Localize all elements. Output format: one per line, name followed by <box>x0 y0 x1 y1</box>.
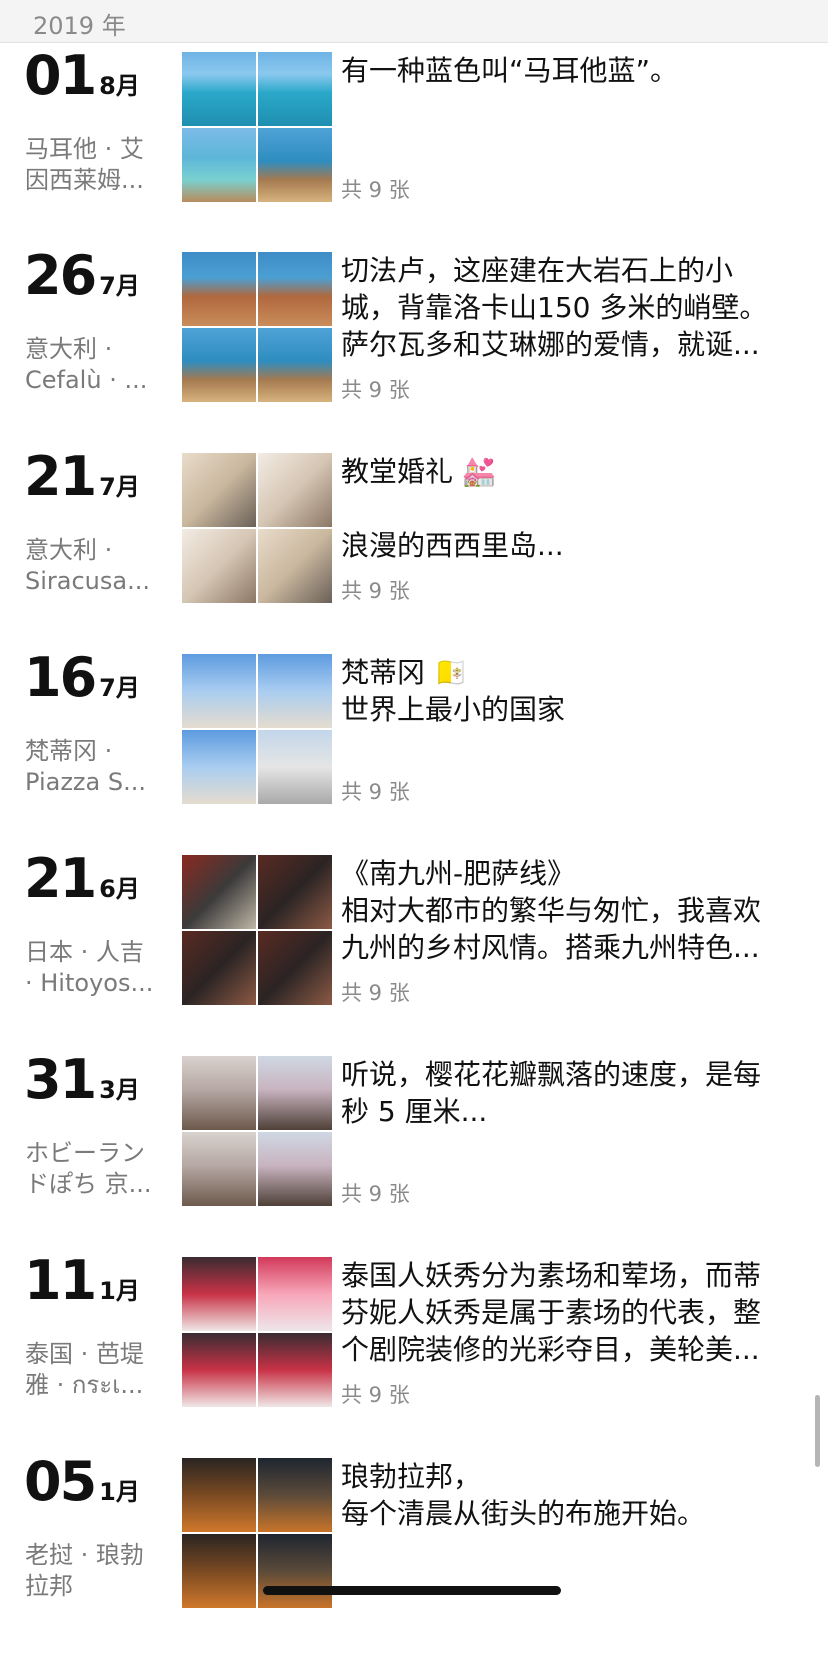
entry-day: 21 <box>24 445 97 508</box>
photo-thumbnail[interactable] <box>258 1257 332 1331</box>
entry-text: 听说，樱花花瓣飘落的速度，是每 秒 5 厘米... <box>341 1058 762 1128</box>
photo-thumbnail[interactable] <box>258 1132 332 1206</box>
entry-month: 1月 <box>99 1478 140 1506</box>
entry-date: 21 6月 <box>24 851 140 917</box>
entry-text: 教堂婚礼 💒 浪漫的西西里岛... <box>341 455 564 562</box>
entry-text: 梵蒂冈 🇻🇦 世界上最小的国家 <box>341 656 566 726</box>
entry-text: 有一种蓝色叫“马耳他蓝”。 <box>341 54 679 87</box>
photo-count: 共 9 张 <box>341 1182 410 1206</box>
entry-location: ホビーラン ドぽち 京... <box>25 1139 152 1198</box>
timeline-entry[interactable]: 21 7月意大利 · Siracusa... 教堂婚礼 💒 浪漫的西西里岛... 共 … <box>0 449 828 649</box>
entry-text: 《南九州-肥萨线》 相对大都市的繁华与匆忙，我喜欢 九州的乡村风情。搭乘九州特色… <box>341 857 762 964</box>
timeline-entry[interactable]: 01 8月马耳他 · 艾 因西莱姆... 有一种蓝色叫“马耳他蓝”。共 9 张 <box>0 48 828 248</box>
entry-month: 7月 <box>99 272 140 300</box>
photo-thumbnail[interactable] <box>182 1132 256 1206</box>
entry-month: 7月 <box>99 473 140 501</box>
timeline-entry[interactable]: 21 6月日本 · 人吉 · Hitoyos... 《南九州-肥萨线》 相对大都市的… <box>0 851 828 1051</box>
photo-thumbnail[interactable] <box>258 328 332 402</box>
photo-count: 共 9 张 <box>341 178 410 202</box>
photo-grid[interactable] <box>182 453 332 603</box>
photo-thumbnail[interactable] <box>182 654 256 728</box>
photo-thumbnail[interactable] <box>182 1257 256 1331</box>
entry-date: 21 7月 <box>24 449 140 515</box>
entry-location: 梵蒂冈 · Piazza S... <box>25 737 146 796</box>
home-indicator[interactable] <box>263 1586 561 1595</box>
photo-thumbnail[interactable] <box>182 128 256 202</box>
photo-grid[interactable] <box>182 52 332 202</box>
entry-day: 26 <box>24 244 97 307</box>
photo-thumbnail[interactable] <box>182 52 256 126</box>
photo-grid[interactable] <box>182 654 332 804</box>
entry-day: 16 <box>24 646 97 709</box>
photo-thumbnail[interactable] <box>182 730 256 804</box>
photo-thumbnail[interactable] <box>258 855 332 929</box>
photo-thumbnail[interactable] <box>258 730 332 804</box>
photo-thumbnail[interactable] <box>182 855 256 929</box>
photo-thumbnail[interactable] <box>182 328 256 402</box>
entry-location: 意大利 · Cefalù · ... <box>25 335 148 394</box>
photo-count: 共 9 张 <box>341 1383 410 1407</box>
timeline-entry[interactable]: 051月老挝 · 琅勃 拉邦琅勃拉邦， 每个清晨从街头的布施开始。共 9 张 <box>0 1454 828 1654</box>
photo-count: 共 9 张 <box>341 378 410 402</box>
photo-thumbnail[interactable] <box>258 654 332 728</box>
year-label: 2019 年 <box>33 12 126 40</box>
entry-month: 8月 <box>99 72 140 100</box>
entry-location: 日本 · 人吉 · Hitoyos... <box>25 938 154 997</box>
entry-date: 26 7月 <box>24 248 140 314</box>
photo-thumbnail[interactable] <box>182 1056 256 1130</box>
entry-day: 21 <box>24 847 97 910</box>
photo-thumbnail[interactable] <box>258 128 332 202</box>
year-header: 2019 年 <box>0 0 828 43</box>
photo-grid[interactable] <box>182 1056 332 1206</box>
photo-thumbnail[interactable] <box>182 252 256 326</box>
entry-text: 切法卢，这座建在大岩石上的小 城，背靠洛卡山150 多米的峭壁。 萨尔瓦多和艾琳… <box>341 254 768 361</box>
entry-date: 05 1月 <box>24 1454 140 1520</box>
entry-date: 01 8月 <box>24 48 140 114</box>
photo-thumbnail[interactable] <box>258 1056 332 1130</box>
entry-month: 3月 <box>99 1076 140 1104</box>
photo-thumbnail[interactable] <box>182 529 256 603</box>
photo-thumbnail[interactable] <box>182 1458 256 1532</box>
photo-thumbnail[interactable] <box>258 931 332 1005</box>
photo-thumbnail[interactable] <box>258 1333 332 1407</box>
scrollbar[interactable] <box>815 1395 820 1467</box>
photo-grid[interactable] <box>182 855 332 1005</box>
photo-thumbnail[interactable] <box>182 453 256 527</box>
photo-count: 共 9 张 <box>341 579 410 603</box>
timeline-entry[interactable]: 11 1月泰国 · 芭堤 雅 · กระเ... 泰国人妖秀分为素场和荤场，而蒂 芬… <box>0 1253 828 1453</box>
entry-location: 马耳他 · 艾 因西莱姆... <box>25 135 144 194</box>
photo-thumbnail[interactable] <box>182 1333 256 1407</box>
entry-month: 1月 <box>99 1277 140 1305</box>
photo-thumbnail[interactable] <box>258 529 332 603</box>
timeline-entry[interactable]: 31 3月ホビーラン ドぽち 京... 听说，樱花花瓣飘落的速度，是每 秒 5 厘米… <box>0 1052 828 1252</box>
entry-date: 11 1月 <box>24 1253 140 1319</box>
photo-thumbnail[interactable] <box>258 453 332 527</box>
entry-month: 7月 <box>99 674 140 702</box>
entry-location: 意大利 · Siracusa... <box>25 536 150 595</box>
entry-date: 31 3月 <box>24 1052 140 1118</box>
entry-location: 老挝 · 琅勃 拉邦 <box>25 1541 144 1600</box>
photo-thumbnail[interactable] <box>258 1534 332 1608</box>
photo-thumbnail[interactable] <box>258 1458 332 1532</box>
photo-grid[interactable] <box>182 1257 332 1407</box>
entry-day: 31 <box>24 1048 97 1111</box>
photo-count: 共 9 张 <box>341 981 410 1005</box>
entry-text: 泰国人妖秀分为素场和荤场，而蒂 芬妮人妖秀是属于素场的代表，整 个剧院装修的光彩… <box>341 1259 762 1366</box>
photo-thumbnail[interactable] <box>258 52 332 126</box>
entry-day: 11 <box>24 1249 97 1312</box>
photo-thumbnail[interactable] <box>182 1534 256 1608</box>
entry-day: 01 <box>24 44 97 107</box>
entry-date: 16 7月 <box>24 650 140 716</box>
photo-grid[interactable] <box>182 252 332 402</box>
entry-text: 琅勃拉邦， 每个清晨从街头的布施开始。 <box>341 1460 706 1530</box>
photo-count: 共 9 张 <box>341 780 410 804</box>
timeline-entry[interactable]: 26 7月意大利 · Cefalù · ... 切法卢，这座建在大岩石上的小 城，背… <box>0 248 828 448</box>
entry-day: 05 <box>24 1450 97 1513</box>
timeline-entry[interactable]: 16 7月梵蒂冈 · Piazza S... 梵蒂冈 🇻🇦 世界上最小的国家共 9 … <box>0 650 828 850</box>
entry-month: 6月 <box>99 875 140 903</box>
photo-thumbnail[interactable] <box>182 931 256 1005</box>
entry-location: 泰国 · 芭堤 雅 · กระเ... <box>25 1340 144 1399</box>
photo-thumbnail[interactable] <box>258 252 332 326</box>
